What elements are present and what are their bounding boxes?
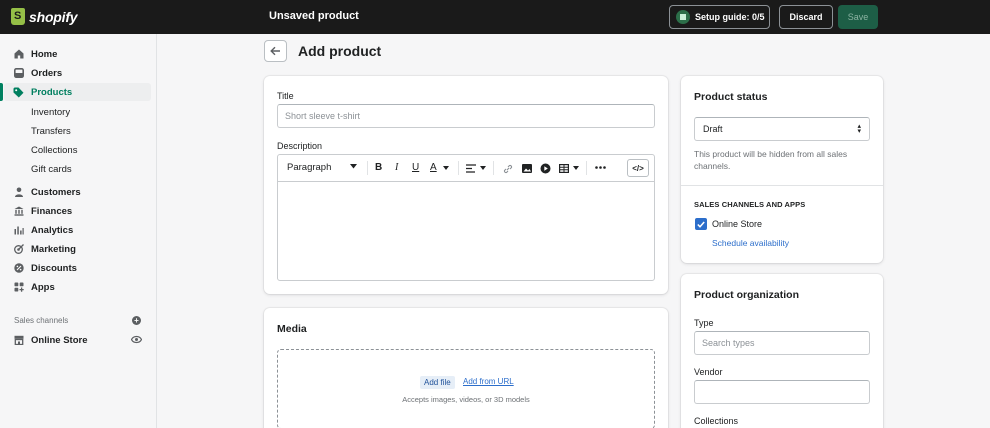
sidebar-subitem-inventory[interactable]: Inventory bbox=[31, 107, 70, 118]
sidebar-subitem-gift-cards[interactable]: Gift cards bbox=[31, 164, 72, 175]
product-details-card: Title Short sleeve t-shirt Description P… bbox=[264, 76, 668, 294]
rich-text-toolbar: Paragraph B I U A </> bbox=[278, 155, 654, 182]
page-state-title: Unsaved product bbox=[269, 10, 359, 22]
video-icon[interactable] bbox=[540, 163, 551, 174]
sidebar-item-label: Home bbox=[31, 48, 58, 60]
sales-channels-heading: Sales channels bbox=[14, 316, 69, 325]
sidebar-item-label: Orders bbox=[31, 67, 63, 79]
sidebar: Home Orders Products Inventory Transfers… bbox=[0, 34, 157, 428]
description-editor[interactable]: Paragraph B I U A </> bbox=[277, 154, 655, 281]
select-arrows-icon: ▴ ▾ bbox=[857, 123, 861, 135]
title-label: Title bbox=[277, 91, 294, 101]
sidebar-item-label: Products bbox=[31, 86, 73, 98]
accepted-types-text: Accepts images, videos, or 3D models bbox=[402, 395, 530, 404]
sidebar-item-label: Marketing bbox=[31, 243, 76, 255]
online-store-checkbox[interactable] bbox=[695, 218, 707, 230]
bar-chart-icon bbox=[13, 225, 24, 236]
code-view-icon[interactable]: </> bbox=[627, 159, 649, 177]
paragraph-select-value: Paragraph bbox=[287, 162, 332, 173]
status-help-text: This product will be hidden from all sal… bbox=[694, 149, 848, 171]
top-bar: shopify Unsaved product Setup guide: 0/5… bbox=[0, 0, 990, 34]
media-title: Media bbox=[277, 323, 307, 335]
text-color-icon[interactable]: A bbox=[430, 162, 437, 173]
chevron-down-icon bbox=[480, 166, 486, 170]
apps-icon bbox=[13, 282, 24, 293]
chevron-down-icon bbox=[573, 166, 579, 170]
sidebar-subitem-collections[interactable]: Collections bbox=[31, 145, 77, 156]
person-icon bbox=[13, 187, 24, 198]
sidebar-item-finances[interactable]: Finances bbox=[0, 202, 157, 220]
add-from-url-link[interactable]: Add from URL bbox=[463, 377, 514, 386]
chevron-down-icon bbox=[443, 166, 449, 170]
sidebar-item-online-store[interactable]: Online Store bbox=[0, 331, 157, 349]
sidebar-item-label: Finances bbox=[31, 205, 73, 217]
store-icon bbox=[13, 335, 24, 346]
align-icon[interactable] bbox=[466, 164, 476, 173]
setup-guide-label: Setup guide: 0/5 bbox=[695, 12, 765, 22]
sidebar-item-marketing[interactable]: Marketing bbox=[0, 240, 157, 258]
status-select[interactable]: Draft ▴ ▾ bbox=[694, 117, 870, 141]
sidebar-item-label: Discounts bbox=[31, 262, 77, 274]
sidebar-item-home[interactable]: Home bbox=[0, 45, 157, 63]
description-label: Description bbox=[277, 141, 323, 151]
setup-guide-button[interactable]: Setup guide: 0/5 bbox=[669, 5, 770, 29]
bold-icon[interactable]: B bbox=[375, 162, 382, 173]
add-sales-channel-icon[interactable]: + bbox=[132, 316, 141, 325]
product-status-card: Product status Draft ▴ ▾ This product wil… bbox=[681, 76, 883, 263]
media-dropzone[interactable]: Add file Add from URL Accepts images, vi… bbox=[277, 349, 655, 428]
collections-label: Collections bbox=[694, 416, 739, 426]
status-select-value: Draft bbox=[703, 124, 723, 134]
tag-icon bbox=[13, 87, 24, 98]
image-icon[interactable] bbox=[522, 164, 532, 173]
discard-button[interactable]: Discard bbox=[779, 5, 833, 29]
sidebar-item-analytics[interactable]: Analytics bbox=[0, 221, 157, 239]
orders-icon bbox=[13, 68, 24, 79]
bank-icon bbox=[13, 206, 24, 217]
save-button[interactable]: Save bbox=[838, 5, 878, 29]
link-icon[interactable] bbox=[503, 164, 513, 174]
sidebar-item-label: Customers bbox=[31, 186, 81, 198]
product-organization-title: Product organization bbox=[694, 289, 799, 301]
sales-channels-label: SALES CHANNELS AND APPS bbox=[694, 200, 806, 209]
schedule-availability-link[interactable]: Schedule availability bbox=[712, 238, 789, 248]
shopify-bag-icon bbox=[11, 8, 25, 25]
table-icon[interactable] bbox=[559, 164, 569, 173]
sidebar-item-label: Analytics bbox=[31, 224, 74, 236]
sidebar-item-label: Apps bbox=[31, 281, 55, 293]
online-store-checkbox-label: Online Store bbox=[712, 219, 763, 229]
target-icon bbox=[13, 244, 24, 255]
divider bbox=[681, 185, 883, 186]
product-status-title: Product status bbox=[694, 91, 768, 103]
product-organization-card: Product organization Type Search types V… bbox=[681, 274, 883, 428]
sidebar-item-apps[interactable]: Apps bbox=[0, 278, 157, 296]
sidebar-subitem-transfers[interactable]: Transfers bbox=[31, 126, 71, 137]
vendor-input[interactable] bbox=[694, 380, 870, 404]
arrow-left-icon bbox=[270, 46, 280, 56]
chevron-down-icon bbox=[350, 164, 357, 169]
sidebar-item-orders[interactable]: Orders bbox=[0, 64, 157, 82]
flag-icon bbox=[676, 10, 690, 24]
discount-icon bbox=[13, 263, 24, 274]
back-button[interactable] bbox=[264, 40, 287, 62]
logo-text: shopify bbox=[29, 8, 78, 25]
paragraph-select[interactable]: Paragraph bbox=[287, 162, 331, 173]
italic-icon[interactable]: I bbox=[395, 162, 398, 173]
type-search-input[interactable]: Search types bbox=[694, 331, 870, 355]
title-input[interactable]: Short sleeve t-shirt bbox=[277, 104, 655, 128]
underline-icon[interactable]: U bbox=[412, 162, 419, 173]
sidebar-item-customers[interactable]: Customers bbox=[0, 183, 157, 201]
page-title: Add product bbox=[298, 43, 382, 59]
sidebar-item-products[interactable]: Products bbox=[0, 83, 157, 101]
sidebar-item-label: Online Store bbox=[31, 334, 88, 346]
media-card: Media Add file Add from URL Accepts imag… bbox=[264, 308, 668, 428]
vendor-label: Vendor bbox=[694, 367, 723, 377]
more-horizontal-icon[interactable] bbox=[595, 166, 606, 169]
shopify-logo[interactable]: shopify bbox=[11, 8, 78, 25]
sidebar-item-discounts[interactable]: Discounts bbox=[0, 259, 157, 277]
type-label: Type bbox=[694, 318, 714, 328]
eye-icon[interactable] bbox=[130, 335, 143, 347]
add-file-button[interactable]: Add file bbox=[420, 376, 455, 389]
checkmark-icon bbox=[697, 221, 705, 228]
home-icon bbox=[13, 49, 24, 60]
